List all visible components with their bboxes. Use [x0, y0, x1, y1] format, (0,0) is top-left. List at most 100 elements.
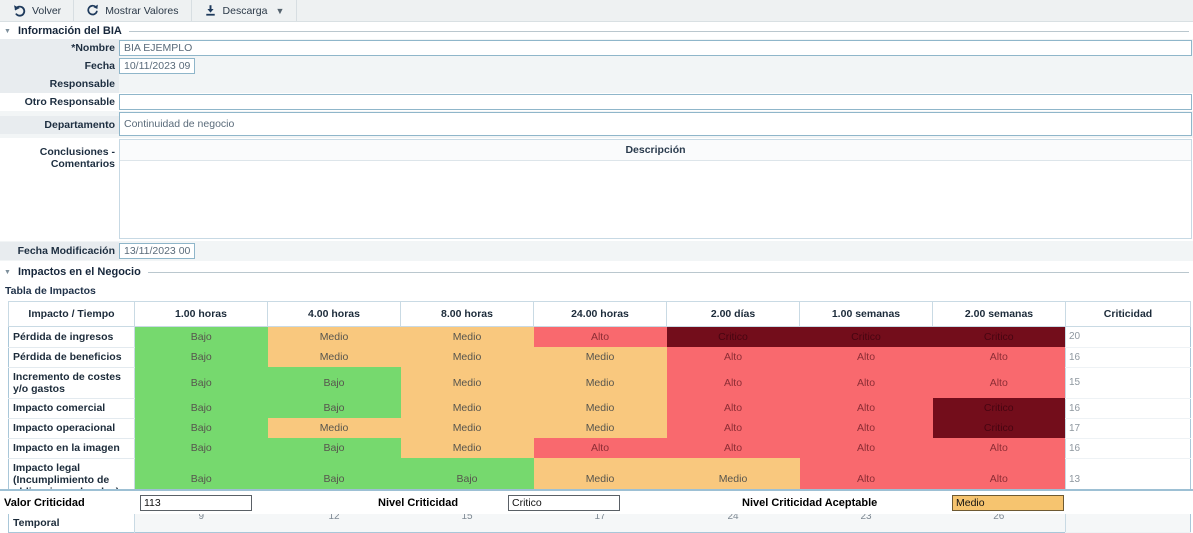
- undo-icon: [13, 4, 26, 17]
- impact-cell[interactable]: Medio: [401, 367, 534, 398]
- form-row-nombre: *Nombre: [0, 39, 1193, 57]
- row-label: Incremento de costes y/o gastos: [9, 367, 135, 398]
- table-row: Pérdida de ingresosBajoMedioMedioAltoCri…: [9, 327, 1191, 348]
- impact-cell[interactable]: Critico: [933, 398, 1066, 418]
- impact-cell[interactable]: Critico: [800, 327, 933, 348]
- otro-responsable-input[interactable]: [119, 94, 1192, 110]
- departamento-input[interactable]: [119, 112, 1192, 136]
- impact-cell[interactable]: Alto: [933, 367, 1066, 398]
- column-header: Impacto / Tiempo: [9, 302, 135, 327]
- table-row: Incremento de costes y/o gastosBajoBajoM…: [9, 367, 1191, 398]
- descarga-label: Descarga: [223, 5, 268, 17]
- impact-cell[interactable]: Medio: [268, 418, 401, 438]
- impact-cell[interactable]: Alto: [534, 327, 667, 348]
- impact-cell[interactable]: Alto: [667, 347, 800, 367]
- fecha-modificacion-label: Fecha Modificación: [0, 242, 119, 260]
- impact-cell[interactable]: Medio: [401, 418, 534, 438]
- criticidad-cell: 16: [1066, 347, 1191, 367]
- nivel-criticidad-aceptable-input[interactable]: [952, 495, 1064, 511]
- collapse-triangle-icon[interactable]: ▼: [4, 28, 11, 35]
- impact-cell[interactable]: Alto: [800, 438, 933, 458]
- section-impactos-header[interactable]: ▼ Impactos en el Negocio: [0, 263, 1193, 280]
- column-header: 2.00 semanas: [933, 302, 1066, 327]
- impact-cell[interactable]: Alto: [800, 367, 933, 398]
- table-row: Impacto operacionalBajoMedioMedioMedioAl…: [9, 418, 1191, 438]
- row-label: Pérdida de ingresos: [9, 327, 135, 348]
- column-header: 1.00 semanas: [800, 302, 933, 327]
- impact-cell[interactable]: Bajo: [135, 367, 268, 398]
- impact-cell[interactable]: Bajo: [135, 418, 268, 438]
- impact-cell[interactable]: Bajo: [268, 438, 401, 458]
- impact-cell[interactable]: Alto: [800, 418, 933, 438]
- impact-cell[interactable]: Bajo: [135, 347, 268, 367]
- impact-cell[interactable]: Alto: [933, 347, 1066, 367]
- column-header: 2.00 días: [667, 302, 800, 327]
- impact-cell[interactable]: Medio: [534, 347, 667, 367]
- nivel-criticidad-aceptable-label: Nivel Criticidad Aceptable: [742, 497, 952, 509]
- nombre-input[interactable]: [119, 40, 1192, 56]
- impact-cell[interactable]: Bajo: [135, 327, 268, 348]
- collapse-triangle-icon[interactable]: ▼: [4, 269, 11, 276]
- impact-cell[interactable]: Alto: [667, 398, 800, 418]
- fecha-input[interactable]: [119, 58, 195, 74]
- criticidad-cell: 16: [1066, 438, 1191, 458]
- criticidad-cell: 17: [1066, 418, 1191, 438]
- form-row-departamento: Departamento: [0, 111, 1193, 138]
- section-divider: [148, 272, 1189, 273]
- impact-cell[interactable]: Medio: [534, 367, 667, 398]
- summary-bar: Valor Criticidad Nivel Criticidad Nivel …: [0, 489, 1193, 514]
- row-label: Pérdida de beneficios: [9, 347, 135, 367]
- impact-cell[interactable]: Alto: [667, 418, 800, 438]
- section-info-header[interactable]: ▼ Información del BIA: [0, 22, 1193, 39]
- mostrar-valores-button[interactable]: Mostrar Valores: [74, 0, 191, 21]
- form-row-otro-responsable: Otro Responsable: [0, 93, 1193, 111]
- impact-cell[interactable]: Bajo: [268, 398, 401, 418]
- impact-cell[interactable]: Critico: [667, 327, 800, 348]
- impact-cell[interactable]: Bajo: [135, 398, 268, 418]
- impact-cell[interactable]: Medio: [401, 347, 534, 367]
- impact-cell[interactable]: Medio: [268, 327, 401, 348]
- chevron-down-icon: ▼: [275, 6, 284, 16]
- row-label: Impacto comercial: [9, 398, 135, 418]
- table-row: Impacto comercialBajoBajoMedioMedioAltoA…: [9, 398, 1191, 418]
- volver-button[interactable]: Volver: [0, 0, 74, 21]
- toolbar: Volver Mostrar Valores Descarga ▼: [0, 0, 1193, 22]
- impact-cell[interactable]: Bajo: [268, 367, 401, 398]
- bia-app: Volver Mostrar Valores Descarga ▼: [0, 0, 1193, 514]
- impact-cell[interactable]: Medio: [534, 398, 667, 418]
- descarga-button[interactable]: Descarga ▼: [192, 0, 298, 21]
- impact-cell[interactable]: Critico: [933, 418, 1066, 438]
- impact-cell[interactable]: Alto: [933, 438, 1066, 458]
- impact-cell[interactable]: Alto: [800, 398, 933, 418]
- impact-cell[interactable]: Medio: [534, 418, 667, 438]
- impact-cell[interactable]: Alto: [534, 438, 667, 458]
- form-row-fecha-modificacion: Fecha Modificación: [0, 241, 1193, 261]
- impact-cell[interactable]: Medio: [401, 438, 534, 458]
- impact-cell[interactable]: Medio: [401, 398, 534, 418]
- impact-cell[interactable]: Critico: [933, 327, 1066, 348]
- nivel-criticidad-input[interactable]: [508, 495, 620, 511]
- impact-cell[interactable]: Alto: [800, 347, 933, 367]
- impact-table-head: Impacto / Tiempo1.00 horas4.00 horas8.00…: [9, 302, 1191, 327]
- impact-cell[interactable]: Alto: [667, 438, 800, 458]
- departamento-label: Departamento: [0, 116, 119, 134]
- row-label: Impacto en la imagen: [9, 438, 135, 458]
- form-row-fecha: Fecha: [0, 57, 1193, 75]
- section-info-title: Información del BIA: [18, 25, 122, 37]
- volver-label: Volver: [32, 5, 61, 17]
- descripcion-editor-body[interactable]: [120, 161, 1191, 239]
- impact-cell[interactable]: Bajo: [135, 438, 268, 458]
- fecha-modificacion-input[interactable]: [119, 243, 195, 259]
- criticidad-cell: 15: [1066, 367, 1191, 398]
- impact-cell[interactable]: Medio: [268, 347, 401, 367]
- table-caption: Tabla de Impactos: [0, 280, 1193, 301]
- column-header: 24.00 horas: [534, 302, 667, 327]
- otro-responsable-label: Otro Responsable: [0, 93, 119, 111]
- descripcion-editor[interactable]: Descripción: [119, 139, 1192, 239]
- form-row-conclusiones: Conclusiones - Comentarios Descripción: [0, 138, 1193, 241]
- impact-cell[interactable]: Alto: [667, 367, 800, 398]
- column-header: 8.00 horas: [401, 302, 534, 327]
- valor-criticidad-input[interactable]: [140, 495, 252, 511]
- impact-cell[interactable]: Medio: [401, 327, 534, 348]
- column-header: 1.00 horas: [135, 302, 268, 327]
